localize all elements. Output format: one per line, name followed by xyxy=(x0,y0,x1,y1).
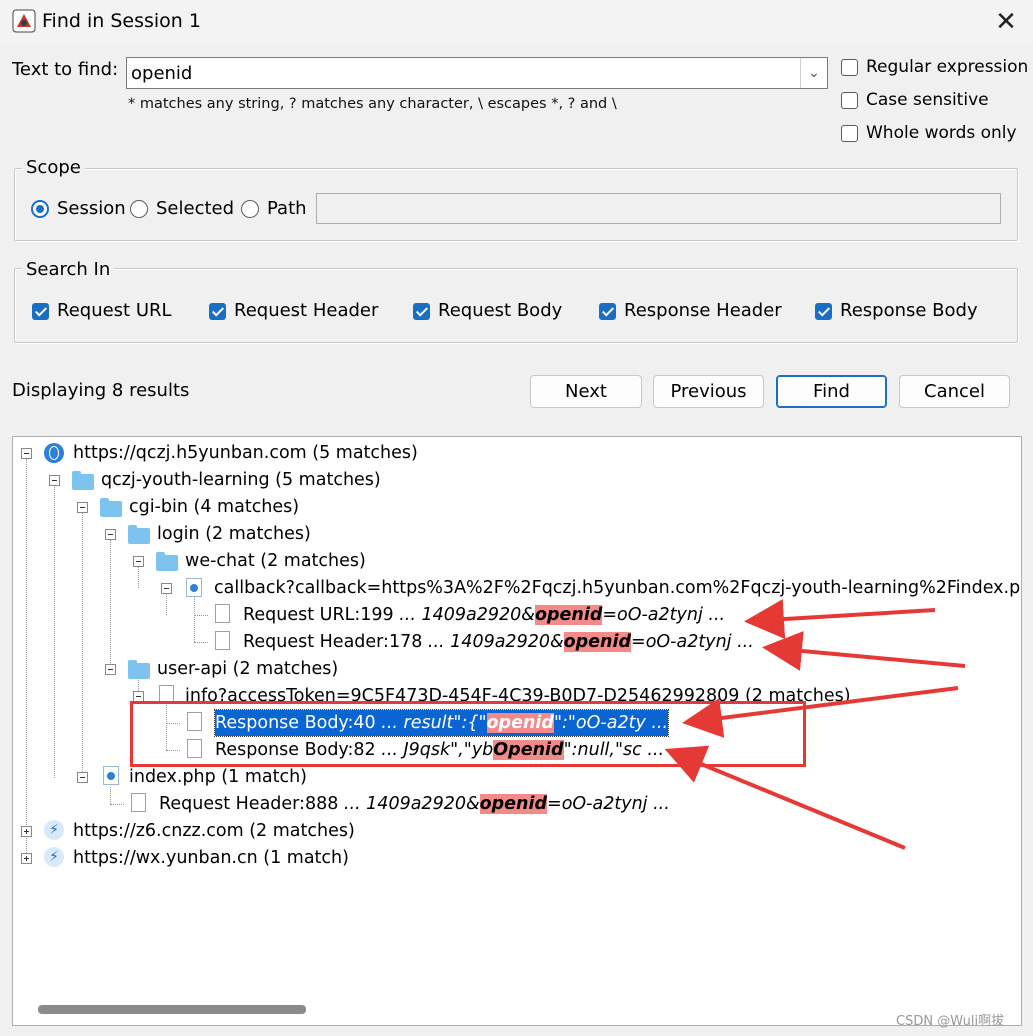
annotation-arrows xyxy=(664,599,966,850)
watermark: CSDN @Wuli啊拔 xyxy=(896,1014,1005,1029)
